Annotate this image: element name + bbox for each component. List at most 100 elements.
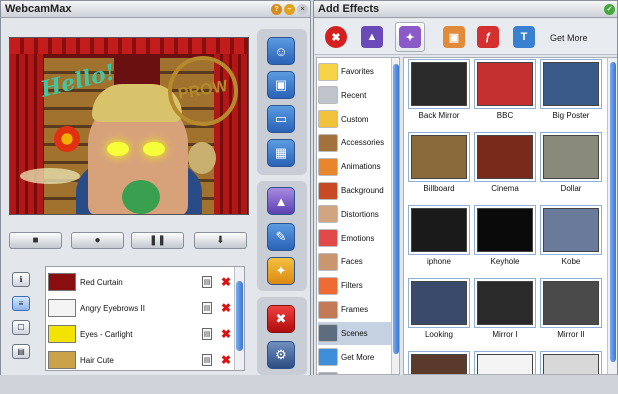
delete-icon[interactable]: ✖ [220, 327, 232, 341]
record-button[interactable]: ● [71, 232, 124, 249]
scene-item[interactable]: Cinema [476, 135, 534, 193]
remove-all-button[interactable]: ✖ [267, 305, 295, 333]
category-item-background[interactable]: Background [318, 179, 398, 202]
scene-item[interactable]: Back Mirror [410, 62, 468, 120]
category-icon [318, 110, 338, 129]
scene-item[interactable]: BBC [476, 62, 534, 120]
delete-icon[interactable]: ✖ [220, 275, 232, 289]
category-scrollbar[interactable] [391, 58, 399, 374]
help-button[interactable]: ? [271, 3, 282, 15]
info-button[interactable]: ℹ [12, 272, 30, 287]
delete-icon[interactable]: ✖ [220, 301, 232, 315]
picture-tool-button[interactable]: ▦ [267, 139, 295, 167]
category-item-get-more[interactable]: Get More [318, 346, 398, 369]
list-item[interactable]: Red Curtain ▤ ✖ [48, 270, 232, 294]
category-item-recent[interactable]: Recent [318, 84, 398, 107]
flower-sticker [54, 126, 80, 152]
contact-button[interactable]: ☐ [12, 320, 30, 335]
add-effects-window: Add Effects ✓ ✖ ▲ ✦ ▣ ƒ T Get More Favor… [313, 0, 618, 394]
close-button[interactable]: ✓ [604, 3, 615, 15]
scene-label: Mirror II [557, 330, 585, 339]
film-button[interactable]: ▤ [12, 344, 30, 359]
scene-label: Cinema [491, 184, 519, 193]
scene-item[interactable]: Looking [410, 281, 468, 339]
category-item-distortions[interactable]: Distortions [318, 203, 398, 226]
category-item-custom[interactable]: Custom [318, 108, 398, 131]
category-item-favorites[interactable]: Favorites [318, 60, 398, 83]
category-item-filters[interactable]: Filters [318, 274, 398, 297]
download-button[interactable]: ⬇ [194, 232, 247, 249]
add-flash-button[interactable]: ƒ [473, 22, 503, 52]
clipboard-icon[interactable]: ▤ [202, 276, 212, 288]
list-item[interactable]: Hair Cute ▤ ✖ [48, 348, 232, 370]
scene-item[interactable]: Mirror I [476, 281, 534, 339]
scene-thumbnail [543, 208, 599, 252]
category-item-animations[interactable]: Animations [318, 155, 398, 178]
scene-thumbnail [477, 354, 533, 374]
scene-item[interactable]: Kobe [542, 208, 600, 266]
scene-item[interactable]: iphone [410, 208, 468, 266]
scene-scrollbar[interactable] [607, 58, 617, 374]
effects-tool-button[interactable]: ▲ [267, 187, 295, 215]
window-tool-button[interactable]: ▭ [267, 105, 295, 133]
wizard-stars-icon: ✦ [399, 26, 421, 48]
scene-label: iphone [426, 257, 452, 266]
list-scrollbar[interactable] [234, 267, 244, 370]
draw-tool-button[interactable]: ✎ [267, 223, 295, 251]
scene-item[interactable]: Keyhole [476, 208, 534, 266]
scene-item[interactable]: Billboard [410, 135, 468, 193]
category-icon [318, 276, 338, 295]
list-item[interactable]: Eyes - Carlight ▤ ✖ [48, 322, 232, 346]
category-label: Accessories [341, 138, 385, 148]
wizard-hat-icon: ▲ [274, 193, 288, 209]
scene-item[interactable] [410, 354, 468, 374]
record-tool-button[interactable]: ✦ [267, 257, 295, 285]
category-item-accessories[interactable]: Accessories [318, 131, 398, 154]
effect-thumbnail [48, 273, 76, 291]
scene-label: Keyhole [490, 257, 520, 266]
window-title: Add Effects [318, 3, 380, 15]
clipboard-icon[interactable]: ▤ [202, 328, 212, 340]
scene-item[interactable] [476, 354, 534, 374]
category-item-frames[interactable]: Frames [318, 298, 398, 321]
category-item-scenes[interactable]: Scenes [318, 321, 398, 345]
scene-item[interactable]: Big Poster [542, 62, 600, 120]
effects-button[interactable]: ▲ [357, 22, 387, 52]
delete-icon[interactable]: ✖ [220, 353, 232, 367]
category-item-emotions[interactable]: Emotions [318, 227, 398, 250]
category-icon [318, 324, 338, 343]
category-label: Faces [341, 257, 363, 267]
get-more-link[interactable]: Get More [550, 33, 588, 43]
scene-scroll-thumb[interactable] [610, 62, 616, 362]
minimize-button[interactable]: – [284, 3, 295, 15]
list-icon: ≡ [18, 299, 24, 308]
dog-sticker [188, 142, 216, 174]
category-item-faces[interactable]: Faces [318, 250, 398, 273]
scene-item[interactable]: Dollar [542, 135, 600, 193]
scene-item[interactable]: Mirror II [542, 281, 600, 339]
list-scroll-thumb[interactable] [236, 281, 243, 351]
scene-label: Billboard [423, 184, 455, 193]
remove-effect-button[interactable]: ✖ [321, 22, 351, 52]
person-tool-button[interactable]: ☺ [267, 37, 295, 65]
settings-button[interactable]: ⚙ [267, 341, 295, 369]
webcam-preview: Hello! PROW [9, 37, 249, 215]
clipboard-icon[interactable]: ▤ [202, 354, 212, 366]
close-button[interactable]: × [297, 3, 308, 15]
category-scroll-thumb[interactable] [393, 64, 399, 354]
category-list: Favorites Recent Custom Accessories Animatio… [316, 57, 400, 375]
add-text-button[interactable]: T [509, 22, 539, 52]
list-view-button[interactable]: ≡ [12, 296, 30, 311]
gear-icon: ⚙ [275, 347, 287, 362]
pause-button[interactable]: ❚❚ [131, 232, 184, 249]
title-bar: WebcamMax ? – × [1, 1, 310, 18]
clapper-tool-button[interactable]: ▣ [267, 71, 295, 99]
apply-effect-button[interactable]: ✦ [395, 22, 425, 52]
clipboard-icon[interactable]: ▤ [202, 302, 212, 314]
snapshot-button[interactable]: ■ [9, 232, 62, 249]
list-item[interactable]: Angry Eyebrows II ▤ ✖ [48, 296, 232, 320]
scene-thumbnail [543, 281, 599, 325]
scene-item[interactable] [542, 354, 600, 374]
scene-thumbnail [543, 62, 599, 106]
add-image-button[interactable]: ▣ [439, 22, 469, 52]
